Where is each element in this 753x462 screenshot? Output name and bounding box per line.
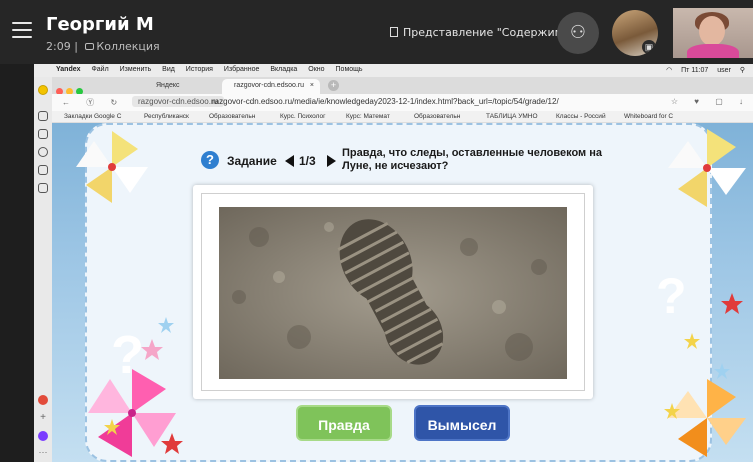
download-icon[interactable]: ↓ <box>739 97 743 106</box>
browser-tab-bar: Яндекс razgovor-cdn.edsoo.ru × + <box>34 77 753 95</box>
menu-icon[interactable] <box>12 22 32 38</box>
address-bar: ← Ⓨ ↻ 🔒 razgovor-cdn.edsoo.ru razgovor-c… <box>34 94 753 111</box>
call-subtitle: 2:09 | Коллекция <box>46 40 160 53</box>
sidebar-icon[interactable] <box>38 183 48 193</box>
next-question-arrow[interactable] <box>327 155 336 167</box>
reload-icon[interactable]: ↻ <box>110 98 117 107</box>
bookmark-item[interactable]: Образовательн <box>209 113 255 120</box>
bookmark-item[interactable]: Курс. Психолог <box>280 113 326 120</box>
presentation-mode-label: Представление "Содержимое" <box>403 26 582 39</box>
task-label: Задание <box>227 154 277 168</box>
screen-share-icon: ▣ <box>642 40 656 54</box>
new-tab-button[interactable]: + <box>328 80 339 91</box>
pinwheel-decoration <box>76 131 148 203</box>
bookmark-icon[interactable]: ☆ <box>671 97 678 106</box>
question-counter: 1/3 <box>299 154 316 168</box>
menu-item[interactable]: Окно <box>308 66 324 73</box>
shield-icon[interactable]: ♥ <box>694 97 699 106</box>
question-image-frame <box>193 185 593 399</box>
quiz-page: ? ? ? Задание 1/3 Правда, что следы, ост… <box>52 123 753 462</box>
add-icon[interactable]: + <box>38 413 48 423</box>
more-icon[interactable]: ··· <box>38 448 48 459</box>
sidebar-icon[interactable] <box>38 111 48 121</box>
menu-app[interactable]: Yandex <box>56 66 81 73</box>
shared-screen: Yandex Файл Изменить Вид История Избранн… <box>34 64 753 462</box>
call-elapsed: 2:09 <box>46 40 71 53</box>
browser-sidebar: + ··· <box>34 77 52 462</box>
bookmark-item[interactable]: Whiteboard for C <box>624 113 673 120</box>
collection-label[interactable]: Коллекция <box>96 40 159 53</box>
menu-item[interactable]: Помощь <box>336 66 363 73</box>
sidebar-icon[interactable] <box>38 395 48 405</box>
bookmark-item[interactable]: Классы - Россий <box>556 113 606 120</box>
yandex-icon[interactable]: Ⓨ <box>86 98 94 107</box>
add-participant-button[interactable]: ⚇ <box>557 12 599 54</box>
play-icon[interactable] <box>38 147 48 157</box>
search-icon[interactable]: ⚲ <box>740 67 745 74</box>
url-domain-chip[interactable]: razgovor-cdn.edsoo.ru <box>132 96 225 107</box>
bookmarks-bar: Закладки Google C Республиканск Образова… <box>34 111 753 123</box>
sidebar-icon[interactable] <box>38 165 48 175</box>
back-icon[interactable]: ← <box>62 98 70 107</box>
menu-item[interactable]: Избранное <box>224 66 259 73</box>
menu-item[interactable]: Файл <box>91 66 108 73</box>
participant-video[interactable] <box>673 8 753 58</box>
footprint-image <box>219 207 567 379</box>
question-text: Правда, что следы, оставленные человеком… <box>342 147 603 172</box>
help-icon[interactable]: ? <box>201 151 219 169</box>
collection-icon <box>85 43 95 50</box>
stars-decoration <box>104 317 183 454</box>
bookmark-item[interactable]: ТАБЛИЦА УМНО <box>486 113 538 120</box>
prev-question-arrow[interactable] <box>285 155 294 167</box>
clock: Пт 11:07 <box>681 67 709 74</box>
participant-avatar[interactable]: ▣ <box>612 10 658 56</box>
bookmark-item[interactable]: Курс: Математ <box>346 113 390 120</box>
wifi-icon[interactable]: ◠ <box>666 67 672 74</box>
extensions-icon[interactable]: ▢ <box>715 97 723 106</box>
menu-item[interactable]: История <box>186 66 213 73</box>
close-tab-icon[interactable]: × <box>310 82 314 89</box>
menu-item[interactable]: Вид <box>162 66 175 73</box>
menu-item[interactable]: Вкладка <box>270 66 297 73</box>
menu-item[interactable]: Изменить <box>120 66 152 73</box>
tab-active[interactable]: razgovor-cdn.edsoo.ru × <box>222 79 320 94</box>
sidebar-icon[interactable] <box>38 129 48 139</box>
url-input[interactable]: razgovor-cdn.edsoo.ru/media/ie/knowledge… <box>212 97 559 106</box>
sidebar-icon[interactable] <box>38 431 48 441</box>
video-call-window: Георгий М 2:09 | Коллекция Представление… <box>0 0 753 462</box>
tab-yandex[interactable]: Яндекс <box>128 79 214 93</box>
alice-icon[interactable] <box>38 85 48 95</box>
bookmark-item[interactable]: Закладки Google C <box>64 113 121 120</box>
presenter-icon <box>390 27 398 37</box>
caller-name: Георгий М <box>46 14 154 35</box>
false-answer-button[interactable]: Вымысел <box>414 405 510 441</box>
footprint-photo <box>219 207 567 379</box>
call-header: Георгий М 2:09 | Коллекция Представление… <box>0 0 753 64</box>
bookmark-item[interactable]: Республиканск <box>144 113 189 120</box>
true-answer-button[interactable]: Правда <box>296 405 392 441</box>
add-user-icon: ⚇ <box>569 22 587 42</box>
pinwheel-decoration <box>668 129 746 207</box>
user-menu[interactable]: user <box>717 67 731 74</box>
mac-menu-bar: Yandex Файл Изменить Вид История Избранн… <box>34 64 753 77</box>
stars-decoration <box>664 293 743 419</box>
bookmark-item[interactable]: Образовательн <box>414 113 460 120</box>
